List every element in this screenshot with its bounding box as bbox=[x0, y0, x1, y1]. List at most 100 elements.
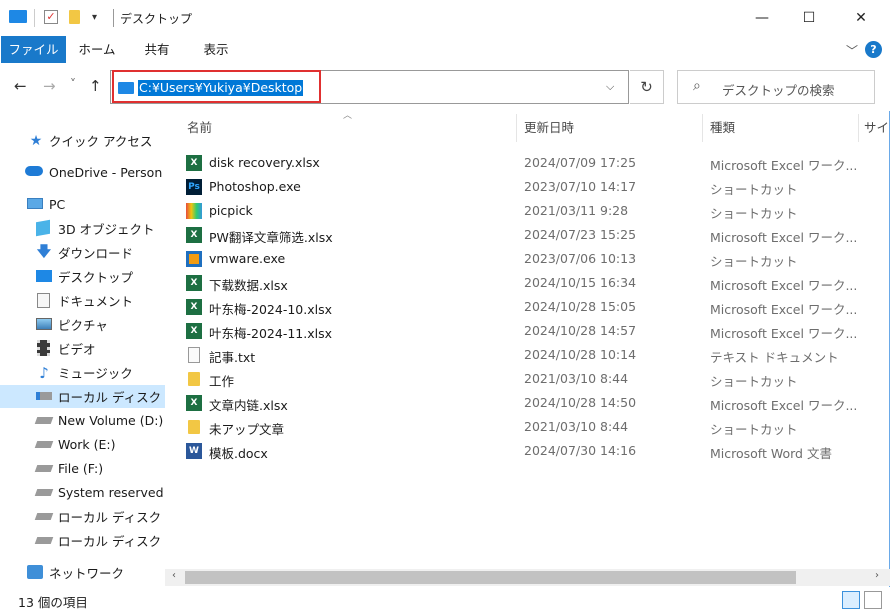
excel-icon: X bbox=[186, 323, 202, 339]
nav-item-system-reserved[interactable]: System reserved bbox=[0, 481, 165, 504]
nav-item-network[interactable]: ネットワーク bbox=[0, 561, 165, 584]
file-row[interactable]: X disk recovery.xlsx 2024/07/09 17:25 Mi… bbox=[168, 151, 858, 175]
large-icons-view-button[interactable] bbox=[864, 591, 882, 609]
nav-item-drive-f[interactable]: File (F:) bbox=[0, 457, 165, 480]
file-row[interactable]: picpick 2021/03/11 9:28 ショートカット bbox=[168, 199, 858, 223]
column-header-type[interactable]: 種類 bbox=[710, 111, 735, 145]
window-title: デスクトップ bbox=[120, 12, 193, 26]
desktop-icon bbox=[36, 270, 52, 282]
word-icon: W bbox=[186, 443, 202, 459]
customize-toolbar-icon[interactable]: ▾ bbox=[92, 12, 97, 23]
column-header-size[interactable]: サイ bbox=[864, 111, 889, 145]
drive-icon bbox=[34, 513, 54, 520]
drive-icon bbox=[34, 465, 54, 472]
folder-shortcut-icon bbox=[188, 372, 200, 386]
nav-item-local-disk-c[interactable]: ローカル ディスク (C bbox=[0, 385, 165, 408]
tab-view[interactable]: 表示 bbox=[188, 36, 244, 63]
close-button[interactable]: ✕ bbox=[838, 0, 884, 36]
excel-icon: X bbox=[186, 227, 202, 243]
address-path[interactable]: C:¥Users¥Yukiya¥Desktop bbox=[138, 80, 304, 96]
ribbon-collapse-icon[interactable]: ﹀ bbox=[846, 42, 858, 59]
nav-item-onedrive[interactable]: OneDrive - Person bbox=[0, 161, 165, 184]
column-separator[interactable] bbox=[516, 114, 517, 142]
title-separator bbox=[113, 9, 114, 27]
file-row[interactable]: X 叶东梅-2024-10.xlsx 2024/10/28 15:05 Micr… bbox=[168, 295, 858, 319]
maximize-button[interactable]: ☐ bbox=[786, 0, 832, 36]
drive-icon bbox=[34, 417, 54, 424]
nav-item-drive-h[interactable]: ローカル ディスク (H bbox=[0, 505, 165, 528]
horizontal-scroll-thumb[interactable] bbox=[185, 571, 796, 584]
nav-item-downloads[interactable]: 🡇 ダウンロード bbox=[0, 241, 165, 264]
file-row[interactable]: 工作 2021/03/10 8:44 ショートカット bbox=[168, 367, 858, 391]
picpick-icon bbox=[186, 203, 202, 219]
drive-icon bbox=[34, 537, 54, 544]
item-count: 13 個の項目 bbox=[18, 595, 88, 610]
nav-item-music[interactable]: ♪ ミュージック bbox=[0, 361, 165, 384]
navigation-pane: ★ クイック アクセス OneDrive - Person PC 3D オブジェ… bbox=[0, 111, 165, 587]
file-row[interactable]: X 叶东梅-2024-11.xlsx 2024/10/28 14:57 Micr… bbox=[168, 319, 858, 343]
photoshop-icon: Ps bbox=[186, 179, 202, 195]
file-row[interactable]: 記事.txt 2024/10/28 10:14 テキスト ドキュメント bbox=[168, 343, 858, 367]
new-folder-icon[interactable] bbox=[69, 10, 80, 24]
status-bar bbox=[0, 587, 890, 615]
tab-home[interactable]: ホーム bbox=[70, 36, 124, 63]
nav-item-drive-e[interactable]: Work (E:) bbox=[0, 433, 165, 456]
file-row[interactable]: Ps Photoshop.exe 2023/07/10 14:17 ショートカッ… bbox=[168, 175, 858, 199]
column-separator[interactable] bbox=[858, 114, 859, 142]
drive-c-icon bbox=[36, 392, 52, 400]
column-header-name[interactable]: 名前 bbox=[187, 111, 212, 145]
column-header-date[interactable]: 更新日時 bbox=[524, 111, 574, 145]
excel-icon: X bbox=[186, 395, 202, 411]
nav-item-documents[interactable]: ドキュメント bbox=[0, 289, 165, 312]
excel-icon: X bbox=[186, 299, 202, 315]
excel-icon: X bbox=[186, 275, 202, 291]
music-icon: ♪ bbox=[39, 363, 49, 382]
file-row[interactable]: vmware.exe 2023/07/06 10:13 ショートカット bbox=[168, 247, 858, 271]
nav-item-videos[interactable]: ビデオ bbox=[0, 337, 165, 360]
nav-item-pc[interactable]: PC bbox=[0, 193, 165, 216]
details-view-button[interactable] bbox=[842, 591, 860, 609]
nav-item-quick-access[interactable]: ★ クイック アクセス bbox=[0, 129, 165, 152]
address-dropdown-icon[interactable]: ⌵ bbox=[606, 80, 614, 94]
title-divider bbox=[34, 9, 35, 27]
refresh-button[interactable]: ↻ bbox=[630, 70, 664, 104]
folder-shortcut-icon bbox=[188, 420, 200, 434]
file-row[interactable]: X 文章内链.xlsx 2024/10/28 14:50 Microsoft E… bbox=[168, 391, 858, 415]
up-button[interactable]: ↑ bbox=[89, 77, 102, 95]
tab-file[interactable]: ファイル bbox=[1, 36, 66, 63]
file-row[interactable]: 未アップ文章 2021/03/10 8:44 ショートカット bbox=[168, 415, 858, 439]
explorer-app-icon bbox=[9, 10, 27, 23]
desktop-location-icon bbox=[118, 82, 134, 94]
text-file-icon bbox=[188, 347, 200, 363]
minimize-button[interactable]: — bbox=[739, 0, 785, 36]
properties-icon[interactable]: ✓ bbox=[44, 10, 58, 24]
computer-icon bbox=[27, 198, 43, 209]
file-row[interactable]: X 下载数据.xlsx 2024/10/15 16:34 Microsoft E… bbox=[168, 271, 858, 295]
sort-ascending-icon: ︿ bbox=[343, 111, 353, 121]
download-icon: 🡇 bbox=[36, 243, 52, 260]
nav-item-desktop[interactable]: デスクトップ bbox=[0, 265, 165, 288]
back-button[interactable]: ← bbox=[14, 77, 27, 95]
document-icon bbox=[37, 293, 50, 308]
nav-item-drive-i[interactable]: ローカル ディスク (I: bbox=[0, 529, 165, 552]
nav-item-drive-d[interactable]: New Volume (D:) bbox=[0, 409, 165, 432]
nav-item-3d-objects[interactable]: 3D オブジェクト bbox=[0, 217, 165, 240]
help-icon[interactable]: ? bbox=[865, 41, 882, 58]
search-placeholder: デスクトップの検索 bbox=[722, 83, 835, 98]
tab-share[interactable]: 共有 bbox=[130, 36, 184, 63]
cube-icon bbox=[36, 219, 50, 237]
title-bar: ✓ ▾ デスクトップ — ☐ ✕ bbox=[0, 0, 890, 36]
search-icon: ⌕ bbox=[693, 78, 701, 94]
file-row[interactable]: W 模板.docx 2024/07/30 14:16 Microsoft Wor… bbox=[168, 439, 858, 463]
recent-locations-button[interactable]: ˅ bbox=[70, 77, 76, 91]
excel-icon: X bbox=[186, 155, 202, 171]
nav-item-pictures[interactable]: ピクチャ bbox=[0, 313, 165, 336]
scroll-right-icon[interactable]: › bbox=[875, 570, 879, 581]
file-row[interactable]: X PW翻译文章筛选.xlsx 2024/07/23 15:25 Microso… bbox=[168, 223, 858, 247]
drive-icon bbox=[34, 441, 54, 448]
column-separator[interactable] bbox=[702, 114, 703, 142]
scroll-left-icon[interactable]: ‹ bbox=[172, 570, 176, 581]
star-icon: ★ bbox=[29, 132, 43, 149]
forward-button[interactable]: → bbox=[43, 77, 56, 95]
network-icon bbox=[27, 565, 43, 579]
